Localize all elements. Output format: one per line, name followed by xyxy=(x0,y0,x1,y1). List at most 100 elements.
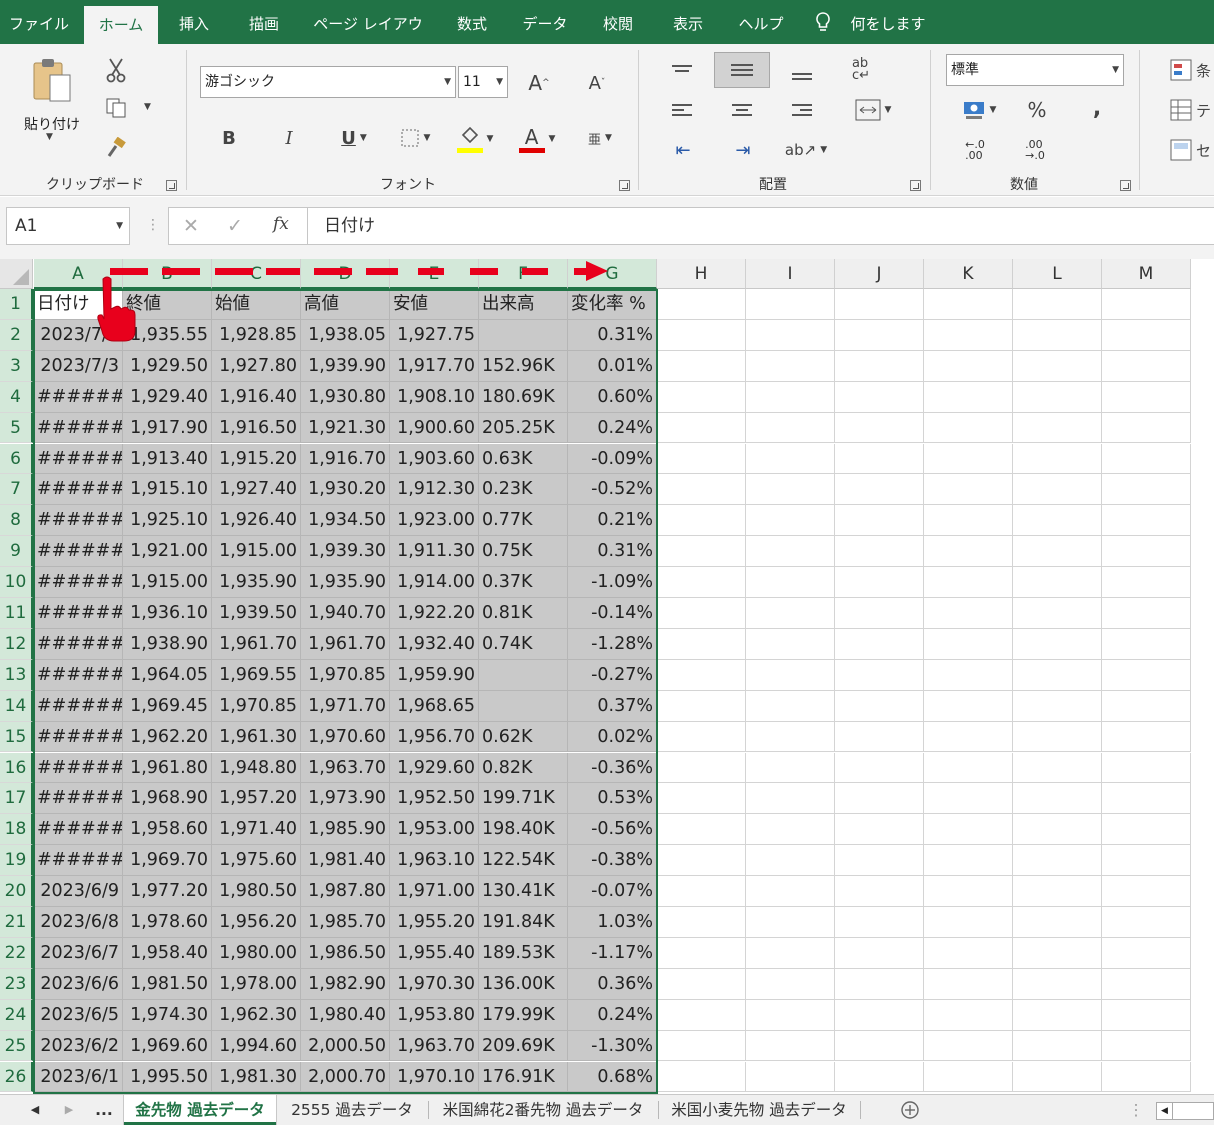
cell-e18[interactable]: 1,953.00 xyxy=(390,814,479,846)
increase-decimal-icon[interactable]: ←.0.00 xyxy=(958,136,992,164)
empty-cell[interactable] xyxy=(746,690,835,722)
empty-cell[interactable] xyxy=(657,721,746,753)
empty-cell[interactable] xyxy=(1102,814,1191,846)
tell-me-search[interactable]: 何をしますか xyxy=(846,0,930,81)
cell-g5[interactable]: 0.24% xyxy=(568,412,657,444)
align-left-icon[interactable] xyxy=(668,96,696,124)
row-header[interactable]: 22 xyxy=(0,937,33,969)
cell-a22[interactable]: 2023/6/7 xyxy=(34,937,123,969)
cell-f6[interactable]: 0.63K xyxy=(479,443,568,475)
empty-cell[interactable] xyxy=(1102,628,1191,660)
borders-icon[interactable]: ▼ xyxy=(392,124,438,152)
cell-c5[interactable]: 1,916.50 xyxy=(212,412,301,444)
cell-b15[interactable]: 1,962.20 xyxy=(123,721,212,753)
cell-c2[interactable]: 1,928.85 xyxy=(212,319,301,351)
empty-cell[interactable] xyxy=(924,999,1013,1031)
cell-g12[interactable]: -1.28% xyxy=(568,628,657,660)
empty-cell[interactable] xyxy=(924,937,1013,969)
empty-cell[interactable] xyxy=(746,968,835,1000)
format-as-table-button[interactable]: テ xyxy=(1170,96,1214,124)
cell-b7[interactable]: 1,915.10 xyxy=(123,474,212,506)
cell-d25[interactable]: 2,000.50 xyxy=(301,1030,390,1062)
cell-c21[interactable]: 1,956.20 xyxy=(212,907,301,938)
cell-a25[interactable]: 2023/6/2 xyxy=(34,1030,123,1062)
cell-c9[interactable]: 1,915.00 xyxy=(212,536,301,568)
column-header-k[interactable]: K xyxy=(924,259,1013,289)
empty-cell[interactable] xyxy=(835,752,924,784)
cell-g6[interactable]: -0.09% xyxy=(568,443,657,475)
row-header[interactable]: 9 xyxy=(0,536,33,568)
alignment-launcher-icon[interactable] xyxy=(910,180,921,191)
cell-g11[interactable]: -0.14% xyxy=(568,598,657,629)
empty-cell[interactable] xyxy=(835,505,924,537)
row-header[interactable]: 14 xyxy=(0,690,33,722)
cell-d18[interactable]: 1,985.90 xyxy=(301,814,390,846)
cell-d17[interactable]: 1,973.90 xyxy=(301,783,390,815)
cell-e13[interactable]: 1,959.90 xyxy=(390,659,479,691)
scroll-left-icon[interactable]: ◀ xyxy=(24,1095,46,1125)
cell-a8[interactable]: ####### xyxy=(34,505,123,537)
decrease-indent-icon[interactable]: ⇤ xyxy=(668,136,698,164)
cell-f16[interactable]: 0.82K xyxy=(479,752,568,784)
empty-cell[interactable] xyxy=(1013,443,1102,475)
cell-d12[interactable]: 1,961.70 xyxy=(301,628,390,660)
cell-b10[interactable]: 1,915.00 xyxy=(123,567,212,598)
empty-cell[interactable] xyxy=(746,1030,835,1062)
underline-icon[interactable]: U ▼ xyxy=(330,124,378,152)
empty-cell[interactable] xyxy=(1102,381,1191,413)
cell-a24[interactable]: 2023/6/5 xyxy=(34,999,123,1031)
number-launcher-icon[interactable] xyxy=(1120,180,1131,191)
cell-g2[interactable]: 0.31% xyxy=(568,319,657,351)
empty-cell[interactable] xyxy=(1102,474,1191,506)
increase-indent-icon[interactable]: ⇥ xyxy=(728,136,758,164)
cell-b13[interactable]: 1,964.05 xyxy=(123,659,212,691)
empty-cell[interactable] xyxy=(924,1030,1013,1062)
sheet-overflow-button[interactable]: ... xyxy=(90,1095,118,1125)
cell-d8[interactable]: 1,934.50 xyxy=(301,505,390,537)
cell-a15[interactable]: ####### xyxy=(34,721,123,753)
cell-b17[interactable]: 1,968.90 xyxy=(123,783,212,815)
empty-cell[interactable] xyxy=(746,999,835,1031)
scroll-right-icon[interactable]: ▶ xyxy=(58,1095,80,1125)
phonetic-icon[interactable]: 亜 ▼ xyxy=(578,124,622,152)
accounting-format-icon[interactable]: ▼ xyxy=(956,96,1002,124)
cell-d13[interactable]: 1,970.85 xyxy=(301,659,390,691)
name-box[interactable]: A1 ▼ xyxy=(6,207,130,245)
cell-g24[interactable]: 0.24% xyxy=(568,999,657,1031)
enter-check-icon[interactable]: ✓ xyxy=(227,215,243,237)
empty-cell[interactable] xyxy=(1013,1061,1102,1093)
empty-cell[interactable] xyxy=(746,752,835,784)
cell-e9[interactable]: 1,911.30 xyxy=(390,536,479,568)
cell-a23[interactable]: 2023/6/6 xyxy=(34,968,123,1000)
cell-c8[interactable]: 1,926.40 xyxy=(212,505,301,537)
empty-cell[interactable] xyxy=(924,381,1013,413)
tab-page-layout[interactable]: ページ レイアウト xyxy=(306,0,430,81)
row-header[interactable]: 26 xyxy=(0,1061,33,1093)
empty-cell[interactable] xyxy=(1102,968,1191,1000)
empty-cell[interactable] xyxy=(1102,350,1191,382)
empty-cell[interactable] xyxy=(1013,814,1102,846)
cell-f9[interactable]: 0.75K xyxy=(479,536,568,568)
cell-b19[interactable]: 1,969.70 xyxy=(123,845,212,877)
empty-cell[interactable] xyxy=(746,659,835,691)
cell-g25[interactable]: -1.30% xyxy=(568,1030,657,1062)
cell-e24[interactable]: 1,953.80 xyxy=(390,999,479,1031)
wrap-text-icon[interactable]: ab c↵ xyxy=(846,56,876,84)
cell-e25[interactable]: 1,963.70 xyxy=(390,1030,479,1062)
cell-d14[interactable]: 1,971.70 xyxy=(301,690,390,722)
empty-cell[interactable] xyxy=(1102,319,1191,351)
empty-cell[interactable] xyxy=(835,443,924,475)
cell-e19[interactable]: 1,963.10 xyxy=(390,845,479,877)
merge-center-icon[interactable]: ▼ xyxy=(842,96,904,124)
cell-b21[interactable]: 1,978.60 xyxy=(123,907,212,938)
cell-f18[interactable]: 198.40K xyxy=(479,814,568,846)
tab-help[interactable]: ヘルプ xyxy=(730,0,792,44)
empty-cell[interactable] xyxy=(657,999,746,1031)
empty-cell[interactable] xyxy=(835,659,924,691)
cell-g1[interactable]: 変化率 % xyxy=(568,289,657,320)
align-top-icon[interactable] xyxy=(668,54,696,82)
empty-cell[interactable] xyxy=(657,937,746,969)
cell-a10[interactable]: ####### xyxy=(34,567,123,598)
cell-e3[interactable]: 1,917.70 xyxy=(390,350,479,382)
cell-c14[interactable]: 1,970.85 xyxy=(212,690,301,722)
